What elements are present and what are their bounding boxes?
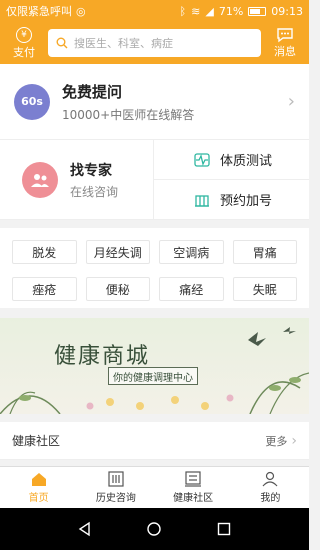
community-section-header: 健康社区 更多 › — [0, 422, 309, 460]
home-circle-icon[interactable] — [146, 521, 162, 537]
profile-icon — [262, 471, 278, 487]
floral-decoration — [0, 327, 309, 414]
tag-dysmenorrhea[interactable]: 痛经 — [159, 277, 224, 301]
chevron-right-icon: › — [291, 432, 297, 449]
timer-badge: 60s — [14, 83, 50, 120]
battery-icon — [248, 6, 267, 16]
free-ask-card[interactable]: 60s 免费提问 10000+中医师在线解答 › — [0, 64, 309, 140]
chat-bubble-icon — [277, 28, 293, 43]
bluetooth-icon: ᛒ — [179, 4, 187, 18]
pay-button[interactable]: ¥ 支付 — [6, 26, 42, 60]
search-input[interactable] — [74, 36, 253, 50]
health-mall-banner[interactable]: 健康商城 你的健康调理中心 — [0, 318, 309, 414]
signal-icon: ◢ — [205, 4, 214, 18]
tab-home[interactable]: 首页 — [0, 467, 77, 508]
nfc-icon: ◎ — [76, 4, 86, 18]
find-expert-card[interactable]: 找专家 在线咨询 — [0, 140, 154, 219]
history-icon — [108, 471, 124, 487]
message-label: 消息 — [274, 45, 296, 58]
hospital-icon — [195, 194, 209, 207]
service-row: 找专家 在线咨询 体质测试 预约加号 — [0, 140, 309, 220]
battery-percent: 71% — [218, 4, 244, 18]
home-icon — [31, 473, 46, 486]
free-ask-subtitle: 10000+中医师在线解答 — [62, 107, 195, 122]
free-ask-title: 免费提问 — [62, 82, 123, 101]
tag-irregular-menstruation[interactable]: 月经失调 — [85, 240, 150, 264]
more-label: 更多 — [265, 434, 288, 448]
expert-title: 找专家 — [70, 162, 112, 179]
expert-subtitle: 在线咨询 — [70, 184, 119, 199]
recents-icon[interactable] — [216, 521, 232, 537]
pulse-icon — [194, 152, 210, 167]
constitution-test-label: 体质测试 — [220, 154, 273, 169]
back-icon[interactable] — [77, 521, 93, 537]
carrier-text: 仅限紧急呼叫 — [6, 5, 72, 18]
system-nav-bar — [0, 508, 309, 550]
message-button[interactable]: 消息 — [267, 27, 303, 59]
tag-ac-illness[interactable]: 空调病 — [159, 240, 224, 264]
tab-history[interactable]: 历史咨询 — [77, 467, 154, 508]
constitution-test-link[interactable]: 体质测试 — [154, 140, 309, 180]
more-link[interactable]: 更多 › — [265, 433, 297, 449]
clock: 09:13 — [271, 4, 303, 18]
tab-profile[interactable]: 我的 — [232, 467, 309, 508]
tag-hair-loss[interactable]: 脱发 — [12, 240, 77, 264]
tab-community[interactable]: 健康社区 — [155, 467, 232, 508]
bottom-tab-bar: 首页 历史咨询 健康社区 我的 — [0, 466, 309, 508]
pay-label: 支付 — [13, 45, 35, 59]
tab-history-label: 历史咨询 — [95, 493, 136, 504]
top-bar: ¥ 支付 消息 — [0, 22, 309, 64]
banner-title: 健康商城 — [54, 344, 151, 369]
tag-insomnia[interactable]: 失眠 — [232, 277, 297, 301]
community-icon — [185, 471, 202, 487]
tab-home-label: 首页 — [28, 493, 49, 504]
wifi-icon: ≋ — [191, 4, 201, 18]
tab-profile-label: 我的 — [260, 493, 281, 504]
tab-community-label: 健康社区 — [173, 493, 214, 504]
search-icon — [56, 37, 68, 49]
appointment-label: 预约加号 — [220, 194, 273, 209]
users-icon — [22, 161, 58, 198]
tag-constipation[interactable]: 便秘 — [85, 277, 150, 301]
tag-acne[interactable]: 痤疮 — [12, 277, 77, 301]
appointment-link[interactable]: 预约加号 — [154, 180, 309, 219]
search-box[interactable] — [48, 29, 261, 57]
symptom-tags: 脱发 月经失调 空调病 胃痛 痤疮 便秘 痛经 失眠 — [0, 228, 309, 308]
tag-stomach-ache[interactable]: 胃痛 — [232, 240, 297, 264]
status-bar: 仅限紧急呼叫 ◎ ᛒ ≋ ◢ 71% 09:13 — [0, 0, 309, 22]
yuan-icon: ¥ — [16, 26, 32, 43]
chevron-right-icon: › — [287, 91, 295, 112]
banner-tagline: 你的健康调理中心 — [108, 367, 198, 385]
community-title: 健康社区 — [12, 434, 61, 448]
